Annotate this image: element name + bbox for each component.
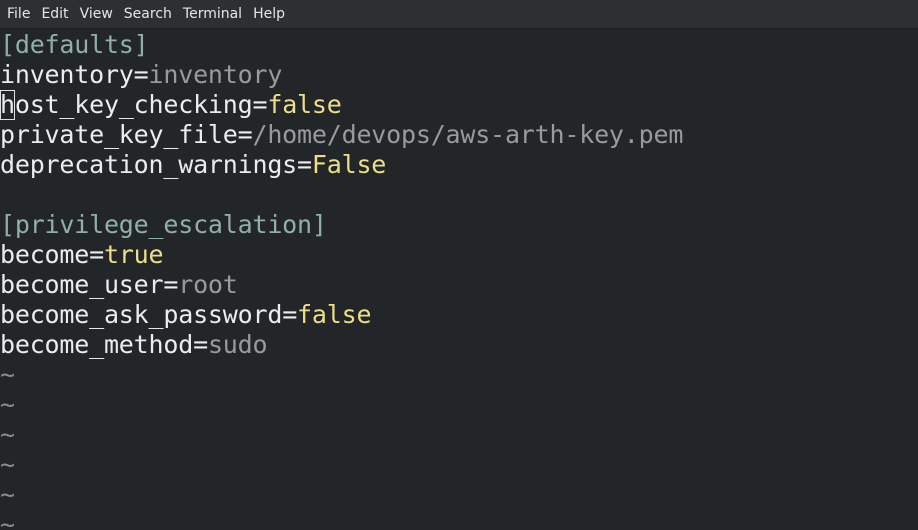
- equals-sign: =: [237, 120, 253, 149]
- config-value: /home/devops/aws-arth-key.pem: [252, 120, 684, 149]
- text-cursor: h: [0, 90, 15, 120]
- config-key: become_user: [0, 270, 164, 299]
- config-line: deprecation_warnings=False: [0, 150, 386, 180]
- equals-sign: =: [163, 270, 179, 299]
- config-line: inventory=inventory: [0, 60, 282, 90]
- config-value: False: [311, 150, 387, 179]
- config-value: false: [297, 300, 372, 329]
- config-key: become_ask_password: [0, 300, 283, 329]
- config-key: become: [0, 240, 90, 269]
- equals-sign: =: [282, 300, 298, 329]
- empty-line-marker: ~: [0, 450, 15, 479]
- config-value: true: [103, 240, 164, 269]
- equals-sign: =: [193, 330, 208, 359]
- config-key: deprecation_warnings: [0, 150, 298, 179]
- config-key: become_method: [0, 330, 194, 359]
- vim-editor[interactable]: [defaults] inventory=inventory host_key_ch…: [0, 30, 918, 530]
- config-value: false: [267, 90, 342, 119]
- empty-line-marker: ~: [0, 510, 15, 530]
- empty-line-marker: ~: [0, 420, 15, 449]
- equals-sign: =: [89, 240, 104, 269]
- config-key: host_key_checking: [0, 90, 253, 120]
- config-value: inventory: [148, 60, 283, 89]
- menu-search[interactable]: Search: [119, 0, 177, 29]
- menu-edit[interactable]: Edit: [36, 0, 73, 29]
- empty-line-marker: ~: [0, 480, 15, 509]
- equals-sign: =: [252, 90, 268, 119]
- menu-file[interactable]: File: [2, 0, 35, 29]
- empty-line-marker: ~: [0, 360, 15, 389]
- equals-sign: =: [297, 150, 312, 179]
- menu-view[interactable]: View: [75, 0, 118, 29]
- config-line: become_ask_password=false: [0, 300, 372, 330]
- config-line: become_user=root: [0, 270, 238, 300]
- empty-line-marker: ~: [0, 390, 15, 419]
- config-line: become_method=sudo: [0, 330, 268, 360]
- menu-help[interactable]: Help: [248, 0, 290, 29]
- config-key: private_key_file: [0, 120, 238, 149]
- config-line: host_key_checking=false: [0, 90, 342, 120]
- equals-sign: =: [133, 60, 149, 89]
- section-header: [defaults]: [0, 30, 149, 59]
- config-key: inventory: [0, 60, 134, 89]
- menu-terminal[interactable]: Terminal: [178, 0, 247, 29]
- menu-bar: File Edit View Search Terminal Help: [0, 0, 918, 29]
- config-line: private_key_file=/home/devops/aws-arth-k…: [0, 120, 683, 150]
- config-value: root: [178, 270, 238, 299]
- config-line: become=true: [0, 240, 164, 270]
- key-suffix: ost_key_checking: [14, 90, 253, 119]
- section-header: [privilege_escalation]: [0, 210, 327, 239]
- config-value: sudo: [207, 330, 268, 359]
